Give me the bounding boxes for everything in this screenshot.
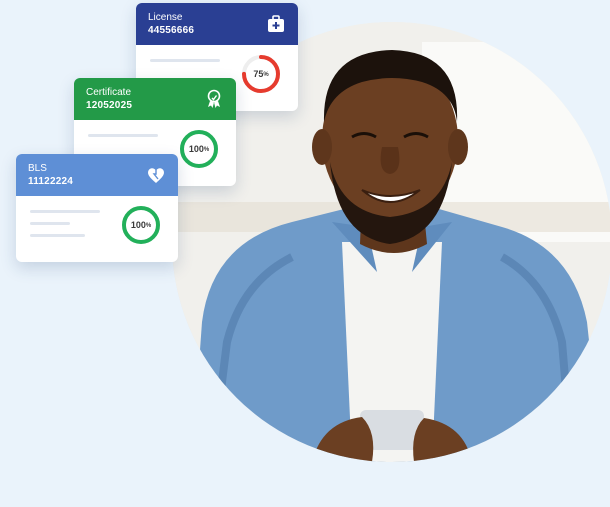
- placeholder-line: [88, 134, 158, 137]
- heart-pulse-icon: [148, 168, 164, 183]
- bls-progress-sign: %: [145, 223, 152, 229]
- medical-kit-icon: [268, 15, 284, 32]
- placeholder-line: [30, 210, 100, 213]
- placeholder-line: [150, 59, 220, 62]
- license-progress-value: 75: [253, 69, 264, 79]
- certificate-progress-value: 100: [188, 144, 204, 154]
- license-card-header: License 44556666: [136, 3, 298, 45]
- bls-progress-ring: 100%: [120, 204, 162, 246]
- license-progress-sign: %: [263, 72, 269, 78]
- placeholder-line: [30, 234, 85, 237]
- certificate-card-header: Certificate 12052025: [74, 78, 236, 120]
- bls-progress-value: 100: [130, 220, 146, 230]
- placeholder-line: [30, 222, 70, 225]
- certificate-progress-sign: %: [203, 147, 210, 153]
- certificate-progress-ring: 100%: [178, 128, 220, 170]
- license-progress-ring: 75%: [240, 53, 282, 95]
- bls-card-header: BLS 11122224: [16, 154, 178, 196]
- award-ribbon-icon: [207, 89, 221, 108]
- bls-card[interactable]: BLS 11122224 100%: [16, 154, 178, 262]
- bls-card-body: 100%: [16, 196, 178, 262]
